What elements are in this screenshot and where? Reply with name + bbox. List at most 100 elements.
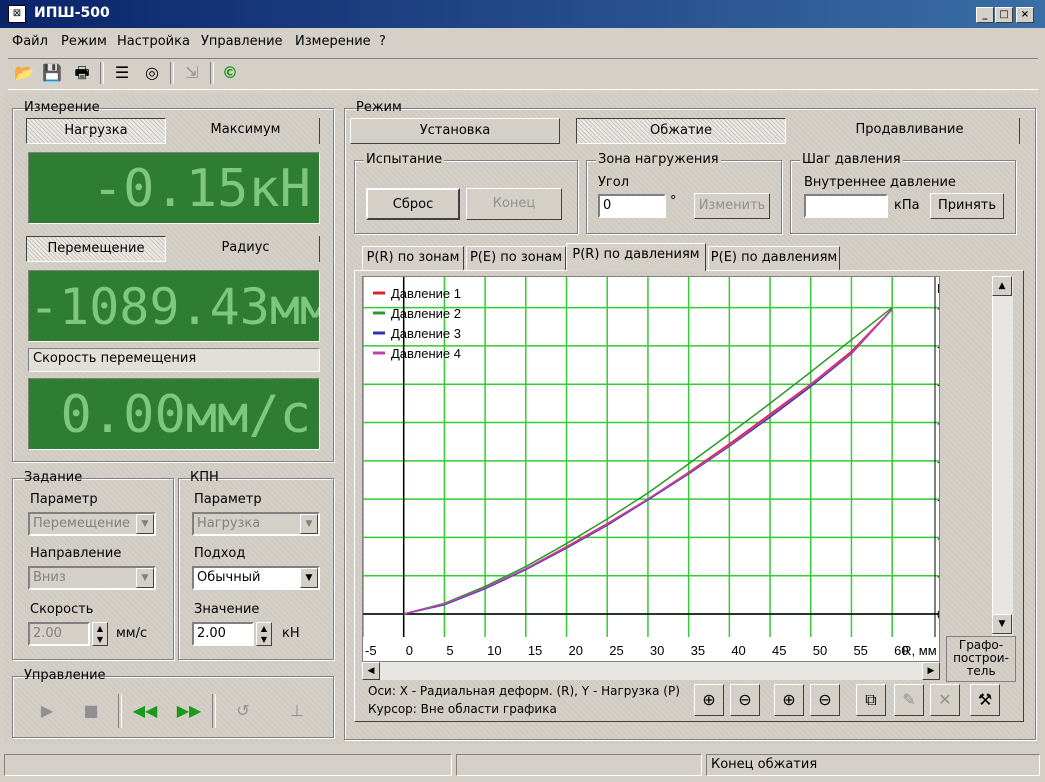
status-panel-left [4, 754, 452, 776]
mode-setup-button[interactable]: Установка [350, 118, 560, 144]
menu-control[interactable]: Управление [201, 34, 283, 49]
x-tick-label: 30 [650, 643, 664, 658]
internal-pressure-input[interactable] [804, 194, 888, 218]
toolbar-separator [210, 62, 214, 84]
scroll-right-button[interactable]: ▶ [922, 662, 940, 680]
task-param-select[interactable]: Перемещение ▼ [28, 512, 156, 536]
zoom-out-icon[interactable]: ⊖ [730, 684, 760, 716]
internal-pressure-label: Внутреннее давление [804, 175, 956, 190]
tab-load[interactable]: Нагрузка [26, 118, 166, 144]
zoom-in-icon[interactable]: ⊕ [694, 684, 724, 716]
displacement-display: -1089.43мм [28, 270, 320, 342]
control-group-title: Управление [24, 668, 106, 683]
menu-file[interactable]: Файл [12, 34, 48, 49]
angle-label: Угол [598, 175, 630, 190]
tab-radius[interactable]: Радиус [172, 236, 320, 262]
control-separator [118, 694, 122, 728]
chart-svg: -5051015202530354045505560R, мм0-5-10-15… [362, 277, 966, 658]
load-zone-group-title: Зона нагружения [596, 152, 721, 167]
chevron-down-icon[interactable]: ▼ [136, 568, 154, 588]
legend-label: Давление 1 [391, 286, 461, 301]
x-tick-label: 0 [406, 643, 413, 658]
target-icon[interactable]: ◎ [140, 62, 164, 84]
report-icon[interactable]: ☰ [110, 62, 134, 84]
zoom-x-out-icon[interactable]: ⊖ [810, 684, 840, 716]
test-group-title: Испытание [364, 152, 445, 167]
play-icon[interactable]: ▶ [34, 698, 60, 724]
x-tick-label: 50 [813, 643, 827, 658]
rewind-icon[interactable]: ◀◀ [132, 698, 158, 724]
mode-compression-button[interactable]: Обжатие [576, 118, 786, 144]
degree-unit: ° [670, 194, 677, 209]
zoom-x-in-icon[interactable]: ⊕ [774, 684, 804, 716]
scroll-up-button[interactable]: ▲ [992, 276, 1012, 296]
kpn-approach-select[interactable]: Обычный ▼ [192, 566, 320, 590]
measurement-group-title: Измерение [24, 100, 100, 115]
tab-maximum[interactable]: Максимум [172, 118, 320, 144]
copy-chart-icon[interactable]: ⧉ [856, 684, 886, 716]
x-tick-label: 40 [731, 643, 745, 658]
fast-forward-icon[interactable]: ▶▶ [176, 698, 202, 724]
maximize-button[interactable]: □ [995, 7, 1013, 23]
hydraulic-icon[interactable]: ⊥ [284, 698, 310, 724]
chevron-down-icon[interactable]: ▼ [300, 568, 318, 588]
toolbar-separator [170, 62, 174, 84]
pressure-unit: кПа [894, 198, 920, 213]
app-icon[interactable]: ⊠ [8, 5, 26, 23]
y-tick-label: 0 [937, 607, 939, 622]
kpn-approach-label: Подход [194, 546, 246, 561]
chart-horizontal-scrollbar[interactable] [362, 662, 940, 680]
menu-settings[interactable]: Настройка [117, 34, 190, 49]
menu-help[interactable]: ? [379, 34, 386, 49]
task-group-title: Задание [24, 470, 83, 485]
export-icon[interactable]: ⇲ [180, 62, 204, 84]
tab-pe-zones[interactable]: P(E) по зонам [466, 246, 566, 270]
task-speed-input[interactable]: 2.00 [28, 622, 90, 646]
menu-measurement[interactable]: Измерение [295, 34, 371, 49]
kpn-value-input[interactable]: 2.00 [192, 622, 254, 646]
x-tick-label: 10 [487, 643, 501, 658]
title-bar [0, 0, 1045, 28]
pen-icon[interactable]: ✎ [894, 684, 924, 716]
task-direction-select[interactable]: Вниз ▼ [28, 566, 156, 590]
menu-mode[interactable]: Режим [61, 34, 107, 49]
plot-builder-label[interactable]: Графо- построи- тель [946, 636, 1016, 682]
kpn-value-unit: кН [282, 626, 300, 641]
open-icon[interactable]: 📂 [12, 62, 36, 84]
angle-input[interactable]: 0 [598, 194, 666, 218]
legend-label: Давление 4 [391, 346, 461, 361]
copyright-icon[interactable]: © [218, 62, 242, 84]
scroll-down-button[interactable]: ▼ [992, 614, 1012, 634]
tab-pr-zones[interactable]: P(R) по зонам [362, 246, 464, 270]
tab-displacement[interactable]: Перемещение [26, 236, 166, 262]
pressure-step-group-title: Шаг давления [800, 152, 903, 167]
chart-area[interactable]: -5051015202530354045505560R, мм0-5-10-15… [362, 276, 966, 662]
stop-icon[interactable]: ■ [78, 698, 104, 724]
scroll-left-button[interactable]: ◀ [362, 662, 380, 680]
delete-icon[interactable]: ✕ [930, 684, 960, 716]
tab-pr-pressures[interactable]: P(R) по давлениям [566, 243, 706, 271]
tab-pe-pressures[interactable]: P(E) по давлениям [708, 246, 840, 270]
speed-label: Скорость перемещения [28, 348, 320, 372]
chart-vertical-scrollbar[interactable] [992, 276, 1013, 636]
print-icon[interactable]: 🖶 [70, 62, 94, 84]
minimize-button[interactable]: _ [976, 7, 994, 23]
accept-pressure-button[interactable]: Принять [930, 193, 1004, 219]
x-axis-label: R, мм [902, 643, 937, 658]
mode-punching-button[interactable]: Продавливание [800, 118, 1020, 144]
reset-icon[interactable]: ↺ [230, 698, 256, 724]
close-button[interactable]: × [1016, 7, 1034, 23]
kpn-param-select[interactable]: Нагрузка ▼ [192, 512, 320, 536]
change-angle-button[interactable]: Изменить [694, 193, 770, 219]
save-icon[interactable]: 💾 [40, 62, 64, 84]
end-button[interactable]: Конец [466, 188, 562, 220]
y-tick-label: -20 [937, 454, 939, 469]
reset-button[interactable]: Сброс [366, 188, 460, 220]
y-tick-label: -30 [937, 377, 939, 392]
kpn-value-stepper[interactable]: ▲ ▼ [256, 622, 272, 646]
plot-builder-line3: тель [966, 664, 996, 678]
chevron-down-icon[interactable]: ▼ [300, 514, 318, 534]
task-speed-stepper[interactable]: ▲ ▼ [92, 622, 108, 646]
tools-icon[interactable]: ⚒ [970, 684, 1000, 716]
chevron-down-icon[interactable]: ▼ [136, 514, 154, 534]
